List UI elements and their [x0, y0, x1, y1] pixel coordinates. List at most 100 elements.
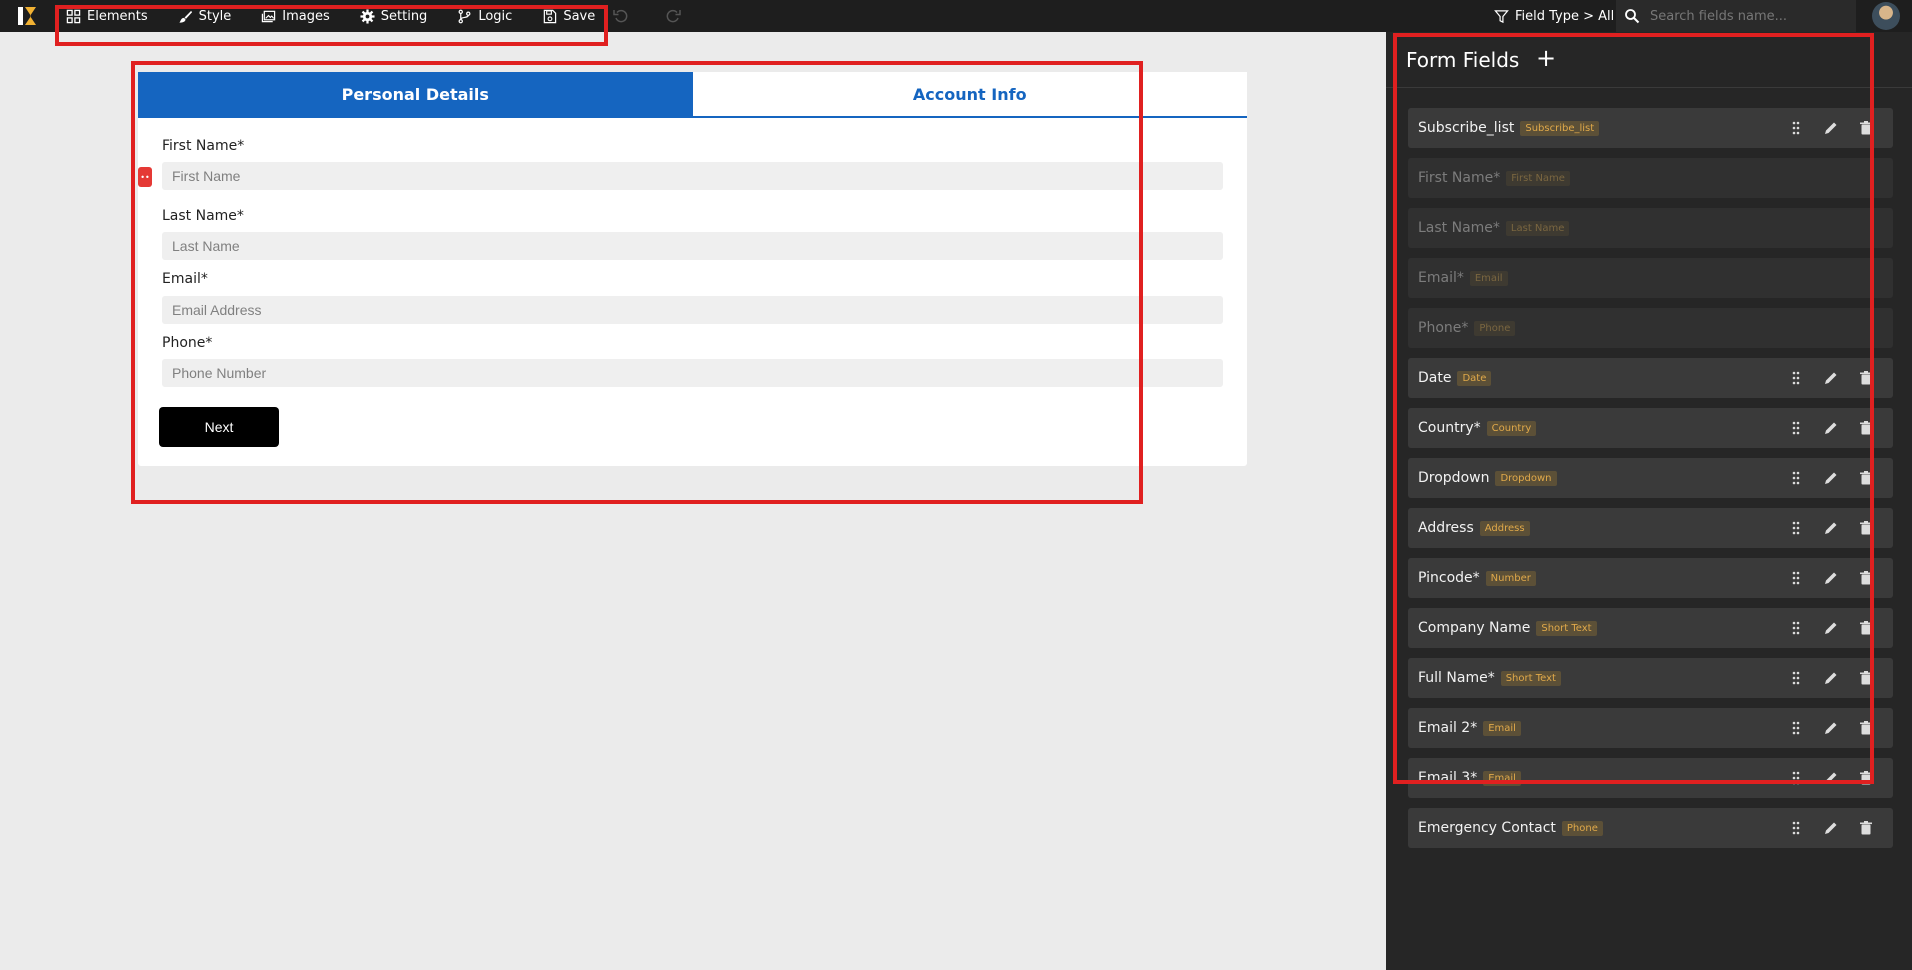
field-type-badge: Number — [1485, 570, 1536, 586]
drag-handle-icon[interactable] — [1788, 420, 1804, 436]
field-type-badge: Dropdown — [1495, 470, 1557, 486]
tab-personal-details[interactable]: Personal Details — [138, 72, 693, 116]
form-field-row[interactable]: Subscribe_list Subscribe_list — [1408, 108, 1893, 148]
edit-pencil-icon[interactable] — [1823, 820, 1839, 836]
edit-pencil-icon[interactable] — [1823, 470, 1839, 486]
add-field-button[interactable]: + — [1536, 46, 1556, 70]
branch-icon — [458, 9, 471, 23]
delete-trash-icon[interactable] — [1858, 620, 1874, 636]
logic-menu-button[interactable]: Logic — [457, 9, 512, 24]
field-row-name: Subscribe_list — [1418, 120, 1515, 136]
edit-pencil-icon[interactable] — [1823, 420, 1839, 436]
main-menu: Elements Style Images Setting Logic Save — [66, 0, 625, 32]
grid-icon — [66, 9, 81, 23]
field-type-badge: Address — [1479, 520, 1530, 536]
field-row-name: Last Name* — [1418, 220, 1500, 236]
edit-pencil-icon[interactable] — [1823, 370, 1839, 386]
style-menu-label: Style — [198, 8, 232, 24]
form-field-row[interactable]: Emergency Contact Phone — [1408, 808, 1893, 848]
redo-icon[interactable] — [664, 7, 682, 25]
setting-menu-button[interactable]: Setting — [360, 9, 427, 24]
drag-handle-icon[interactable] — [1788, 120, 1804, 136]
drag-handle-icon[interactable] — [1788, 370, 1804, 386]
form-field-row[interactable]: Pincode* Number — [1408, 558, 1893, 598]
tab-account-info[interactable]: Account Info — [692, 72, 1247, 116]
drag-handle-icon[interactable] — [1788, 520, 1804, 536]
form-field-row[interactable]: Email 3* Email — [1408, 758, 1893, 798]
form-field-row[interactable]: First Name* First Name — [1408, 158, 1893, 198]
delete-trash-icon[interactable] — [1858, 470, 1874, 486]
phone-input[interactable] — [162, 359, 1223, 387]
logic-menu-label: Logic — [478, 8, 513, 24]
delete-trash-icon[interactable] — [1858, 370, 1874, 386]
delete-trash-icon[interactable] — [1858, 770, 1874, 786]
field-row-name: Company Name — [1418, 620, 1531, 636]
edit-pencil-icon[interactable] — [1823, 670, 1839, 686]
top-toolbar: Elements Style Images Setting Logic Save — [0, 0, 1912, 32]
edit-pencil-icon[interactable] — [1823, 720, 1839, 736]
image-icon — [262, 10, 276, 22]
field-type-filter-label: Field Type > All — [1515, 8, 1615, 24]
delete-trash-icon[interactable] — [1858, 820, 1874, 836]
delete-trash-icon[interactable] — [1858, 720, 1874, 736]
field-row-name: Address — [1418, 520, 1474, 536]
first-name-input[interactable] — [162, 162, 1223, 190]
save-menu-button[interactable]: Save — [542, 9, 595, 24]
drag-handle-icon[interactable] — [1788, 670, 1804, 686]
undo-icon[interactable] — [612, 7, 630, 25]
field-type-badge: Email — [1483, 720, 1521, 736]
style-menu-button[interactable]: Style — [178, 8, 232, 24]
field-type-badge: Email — [1469, 270, 1508, 286]
edit-pencil-icon[interactable] — [1823, 520, 1839, 536]
edit-pencil-icon[interactable] — [1823, 770, 1839, 786]
last-name-input[interactable] — [162, 232, 1223, 260]
drag-handle-icon[interactable] — [1788, 620, 1804, 636]
form-field-row[interactable]: Phone* Phone — [1408, 308, 1893, 348]
field-row-name: First Name* — [1418, 170, 1501, 186]
field-row-name: Dropdown — [1418, 470, 1490, 486]
delete-trash-icon[interactable] — [1858, 420, 1874, 436]
elements-menu-button[interactable]: Elements — [66, 9, 148, 24]
drag-handle-icon[interactable] — [1788, 720, 1804, 736]
email-label: Email* — [162, 271, 208, 287]
phone-label: Phone* — [162, 335, 213, 351]
images-menu-button[interactable]: Images — [261, 9, 330, 24]
user-avatar[interactable] — [1872, 2, 1900, 30]
drag-handle-icon[interactable] — [1788, 820, 1804, 836]
delete-trash-icon[interactable] — [1858, 570, 1874, 586]
delete-trash-icon[interactable] — [1858, 670, 1874, 686]
drag-handle-icon[interactable] — [1788, 770, 1804, 786]
drag-handle-icon[interactable] — [1788, 470, 1804, 486]
delete-trash-icon[interactable] — [1858, 520, 1874, 536]
field-row-actions — [1788, 108, 1893, 148]
email-input[interactable] — [162, 296, 1223, 324]
field-type-filter[interactable]: Field Type > All — [1494, 0, 1614, 32]
form-field-row[interactable]: Country* Country — [1408, 408, 1893, 448]
delete-trash-icon[interactable] — [1858, 120, 1874, 136]
save-menu-label: Save — [563, 8, 596, 24]
form-field-row[interactable]: Email* Email — [1408, 258, 1893, 298]
field-row-actions — [1788, 658, 1893, 698]
form-step-tabs: Personal Details Account Info — [138, 72, 1247, 118]
edit-pencil-icon[interactable] — [1823, 570, 1839, 586]
form-field-row[interactable]: Address Address — [1408, 508, 1893, 548]
app-logo-icon[interactable] — [16, 5, 38, 27]
field-drag-handle[interactable]: •• — [138, 167, 152, 187]
form-field-row[interactable]: Date Date — [1408, 358, 1893, 398]
field-row-name: Email* — [1418, 270, 1464, 286]
search-icon — [1625, 9, 1640, 24]
form-field-row[interactable]: Dropdown Dropdown — [1408, 458, 1893, 498]
field-row-name: Emergency Contact — [1418, 820, 1556, 836]
field-search-input[interactable] — [1650, 8, 1850, 24]
edit-pencil-icon[interactable] — [1823, 120, 1839, 136]
form-field-row[interactable]: Last Name* Last Name — [1408, 208, 1893, 248]
form-field-row[interactable]: Full Name* Short Text — [1408, 658, 1893, 698]
edit-pencil-icon[interactable] — [1823, 620, 1839, 636]
field-row-actions — [1788, 758, 1893, 798]
form-field-row[interactable]: Company Name Short Text — [1408, 608, 1893, 648]
field-type-badge: Phone — [1474, 320, 1516, 336]
form-field-row[interactable]: Email 2* Email — [1408, 708, 1893, 748]
field-search — [1616, 0, 1856, 32]
next-button[interactable]: Next — [159, 407, 279, 447]
drag-handle-icon[interactable] — [1788, 570, 1804, 586]
